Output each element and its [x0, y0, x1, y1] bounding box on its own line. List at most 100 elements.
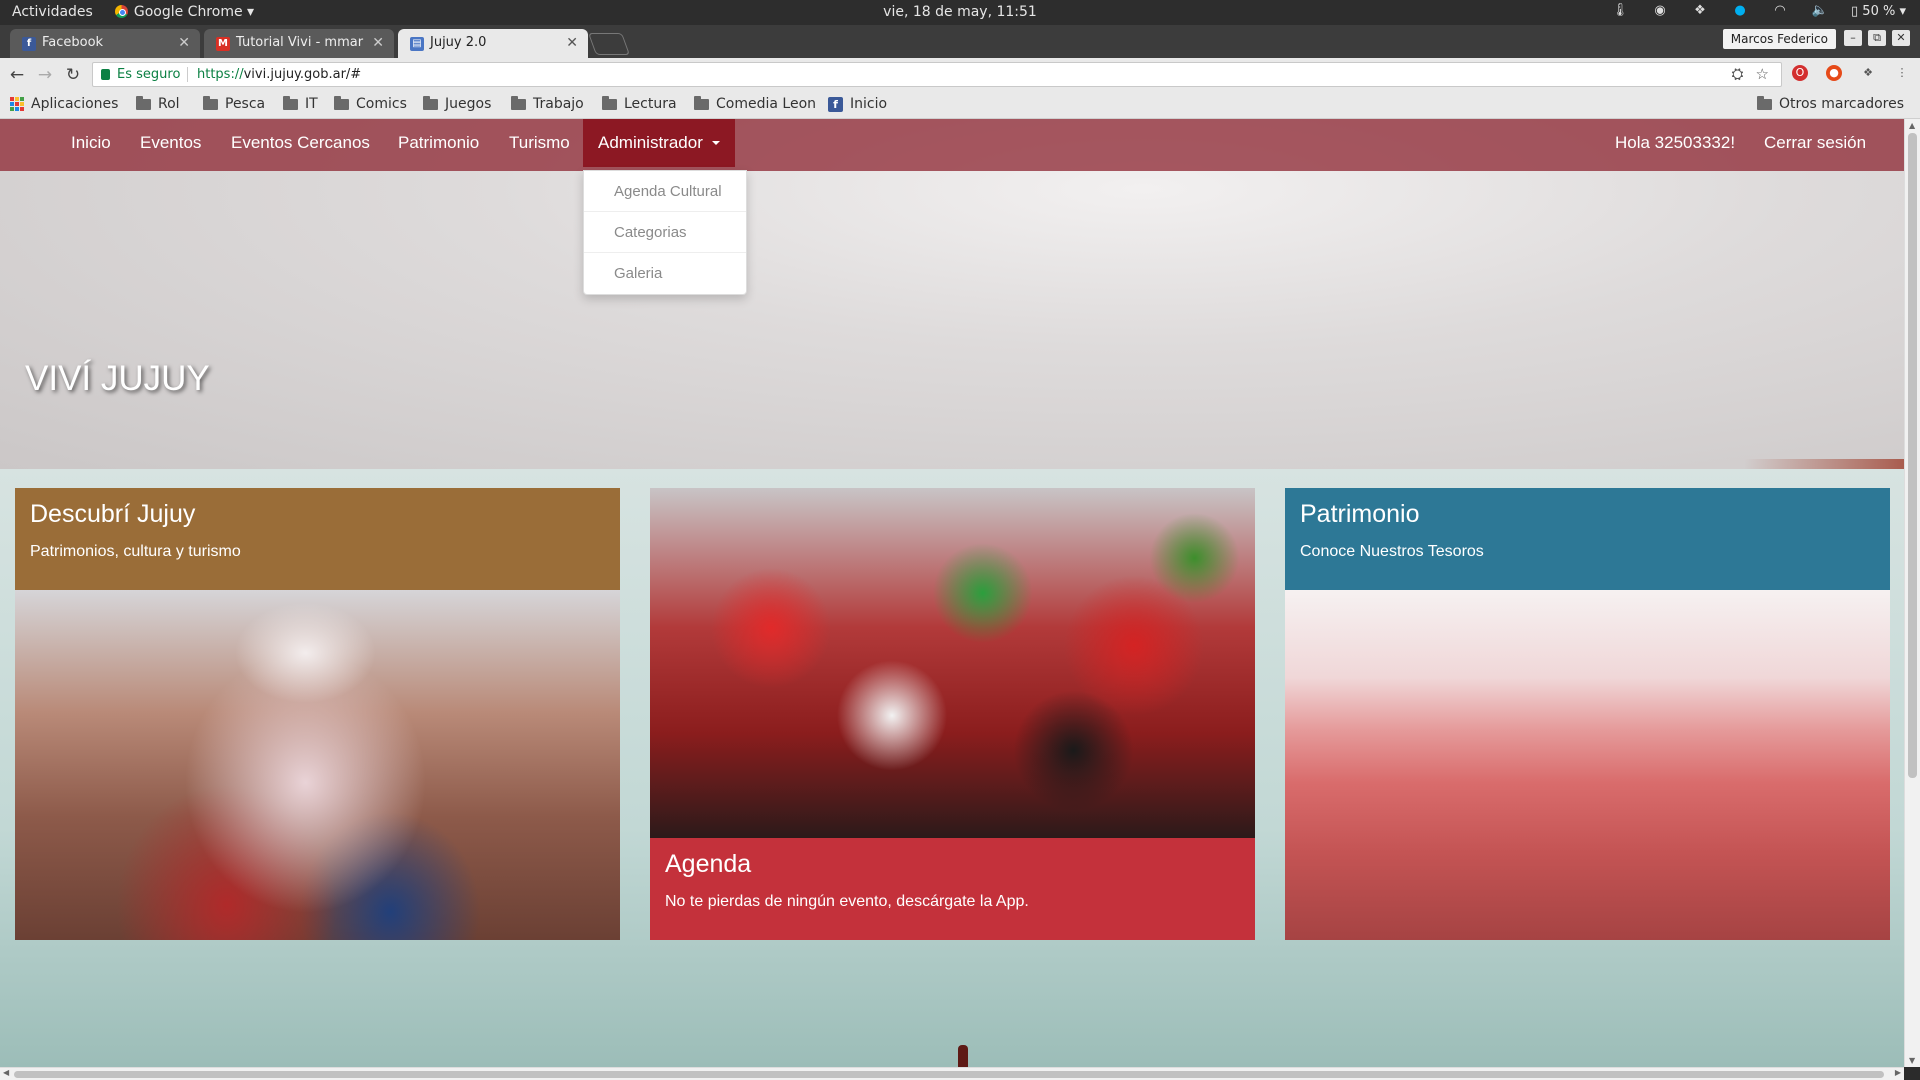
family-photo	[15, 590, 620, 940]
url-host: vivi.jujuy.gob.ar/#	[243, 67, 362, 82]
card-title: Descubrí Jujuy	[30, 500, 196, 528]
card-descubri-jujuy[interactable]: Descubrí Jujuy Patrimonios, cultura y tu…	[15, 488, 620, 940]
volume-icon[interactable]: 🔈	[1811, 3, 1829, 19]
tab-tutorial[interactable]: M Tutorial Vivi - mmar ✕	[204, 29, 394, 58]
scroll-down-icon[interactable]: ▼	[1909, 1056, 1915, 1065]
opera-icon[interactable]: O	[1792, 65, 1808, 81]
folder-icon	[1757, 95, 1772, 110]
nav-patrimonio[interactable]: Patrimonio	[383, 119, 494, 167]
dropbox-icon[interactable]: ❖	[1691, 3, 1709, 19]
scrollbar-thumb[interactable]	[14, 1071, 1884, 1078]
browser-toolbar: ← → ↻ Es seguro https://vivi.jujuy.gob.a…	[0, 58, 1920, 91]
bookmark-folder-trabajo[interactable]: Trabajo	[511, 95, 584, 112]
app-menu-label: Google Chrome	[133, 4, 243, 20]
desert-photo	[1285, 590, 1890, 940]
battery-indicator[interactable]: ▯ 50 % ▾	[1851, 4, 1906, 19]
forward-arrow-icon[interactable]: →	[34, 64, 56, 86]
address-bar[interactable]: Es seguro https://vivi.jujuy.gob.ar/# ⛭ …	[92, 62, 1782, 87]
chrome-icon	[114, 5, 128, 18]
nav-eventos[interactable]: Eventos	[125, 119, 216, 167]
menu-item-galeria[interactable]: Galeria	[584, 253, 746, 294]
bookmark-label: Aplicaciones	[31, 96, 119, 112]
tab-strip: f Facebook ✕ M Tutorial Vivi - mmar ✕ ▤ …	[0, 25, 1920, 58]
scroll-right-icon[interactable]: ▶	[1895, 1068, 1901, 1077]
web-page: Inicio Eventos Eventos Cercanos Patrimon…	[0, 119, 1904, 1067]
tab-facebook[interactable]: f Facebook ✕	[10, 29, 200, 58]
extension-icon[interactable]: ●	[1826, 65, 1842, 81]
menu-icon[interactable]: ⋮	[1894, 65, 1910, 81]
battery-icon: ▯	[1851, 3, 1859, 19]
close-window-button[interactable]: ✕	[1892, 30, 1910, 46]
wifi-icon[interactable]: ◠	[1771, 3, 1789, 19]
card-title: Agenda	[665, 850, 752, 878]
facebook-icon: f	[828, 96, 843, 112]
close-icon[interactable]: ✕	[566, 35, 578, 51]
url-text[interactable]: https://vivi.jujuy.gob.ar/#	[197, 63, 361, 86]
nav-greeting[interactable]: Hola 32503332!	[1600, 119, 1750, 167]
bookmark-label: Comedia Leon	[716, 96, 817, 112]
horizontal-scrollbar[interactable]: ◀ ▶	[0, 1067, 1904, 1080]
star-icon[interactable]: ☆	[1756, 63, 1769, 86]
bookmark-label: Otros marcadores	[1779, 96, 1905, 112]
close-icon[interactable]: ✕	[368, 35, 384, 51]
vertical-scrollbar[interactable]: ▲ ▼	[1904, 119, 1920, 1067]
card-header: Patrimonio Conoce Nuestros Tesoros	[1285, 488, 1890, 590]
reload-icon[interactable]: ↻	[62, 64, 84, 86]
bookmark-folder-juegos[interactable]: Juegos	[423, 95, 491, 112]
dropbox-icon[interactable]: ❖	[1860, 65, 1876, 81]
card-header: Agenda No te pierdas de ningún evento, d…	[650, 838, 1255, 940]
os-top-bar: Actividades Google Chrome ▾ vie, 18 de m…	[0, 0, 1920, 25]
thermometer-icon[interactable]: 🌡	[1611, 3, 1629, 19]
bookmark-folder-comics[interactable]: Comics	[334, 95, 407, 112]
folder-icon	[511, 95, 526, 110]
bookmark-folder-it[interactable]: IT	[283, 95, 318, 112]
hero-background	[0, 119, 1904, 469]
activities-button[interactable]: Actividades	[12, 4, 93, 20]
bookmark-apps[interactable]: Aplicaciones	[10, 96, 118, 112]
tab-jujuy[interactable]: ▤ Jujuy 2.0 ✕	[398, 29, 588, 58]
nav-inicio[interactable]: Inicio	[56, 119, 126, 167]
card-agenda[interactable]: Agenda No te pierdas de ningún evento, d…	[650, 488, 1255, 940]
card-header: Descubrí Jujuy Patrimonios, cultura y tu…	[15, 488, 620, 590]
scroll-up-icon[interactable]: ▲	[1909, 121, 1915, 130]
folder-icon	[602, 95, 617, 110]
translate-icon[interactable]: ⛭	[1732, 63, 1744, 86]
card-subtitle: Patrimonios, cultura y turismo	[30, 543, 241, 560]
scrollbar-thumb[interactable]	[1908, 133, 1917, 778]
skype-icon[interactable]: ●	[1731, 3, 1749, 19]
restore-button[interactable]: ⧉	[1868, 30, 1886, 46]
clock[interactable]: vie, 18 de may, 11:51	[883, 4, 1037, 20]
url-scheme: https://	[197, 67, 244, 82]
hero-figure	[958, 1045, 968, 1067]
steam-icon[interactable]: ◉	[1651, 3, 1669, 19]
bookmark-folder-pesca[interactable]: Pesca	[203, 95, 265, 112]
folder-icon	[423, 95, 438, 110]
bookmark-folder-rol[interactable]: Rol	[136, 95, 180, 112]
site-navbar: Inicio Eventos Eventos Cercanos Patrimon…	[0, 119, 1904, 171]
hero-title: VIVÍ JUJUY	[25, 359, 210, 398]
new-tab-button[interactable]	[587, 33, 631, 55]
bookmark-folder-other[interactable]: Otros marcadores	[1757, 95, 1905, 112]
profile-button[interactable]: Marcos Federico	[1722, 29, 1836, 49]
bookmark-label: Trabajo	[533, 96, 584, 112]
lock-icon	[101, 69, 110, 80]
back-arrow-icon[interactable]: ←	[6, 64, 28, 86]
nav-eventos-cercanos[interactable]: Eventos Cercanos	[216, 119, 385, 167]
card-title: Patrimonio	[1300, 500, 1420, 528]
close-icon[interactable]: ✕	[178, 35, 190, 51]
minimize-button[interactable]: –	[1844, 30, 1862, 46]
bookmark-folder-lectura[interactable]: Lectura	[602, 95, 677, 112]
bookmark-folder-comedia-leon[interactable]: Comedia Leon	[694, 95, 817, 112]
nav-administrador[interactable]: Administrador	[583, 119, 735, 167]
app-menu[interactable]: Google Chrome ▾	[114, 4, 254, 20]
bookmark-inicio[interactable]: f Inicio	[828, 96, 887, 112]
folder-icon	[694, 95, 709, 110]
menu-item-agenda-cultural[interactable]: Agenda Cultural	[584, 171, 746, 212]
nav-logout[interactable]: Cerrar sesión	[1749, 119, 1881, 167]
admin-dropdown-menu: Agenda Cultural Categorias Galeria	[583, 170, 747, 295]
nav-turismo[interactable]: Turismo	[494, 119, 585, 167]
scroll-left-icon[interactable]: ◀	[3, 1068, 9, 1077]
menu-item-categorias[interactable]: Categorias	[584, 212, 746, 253]
card-patrimonio[interactable]: Patrimonio Conoce Nuestros Tesoros	[1285, 488, 1890, 940]
chevron-down-icon: ▾	[1899, 3, 1906, 19]
